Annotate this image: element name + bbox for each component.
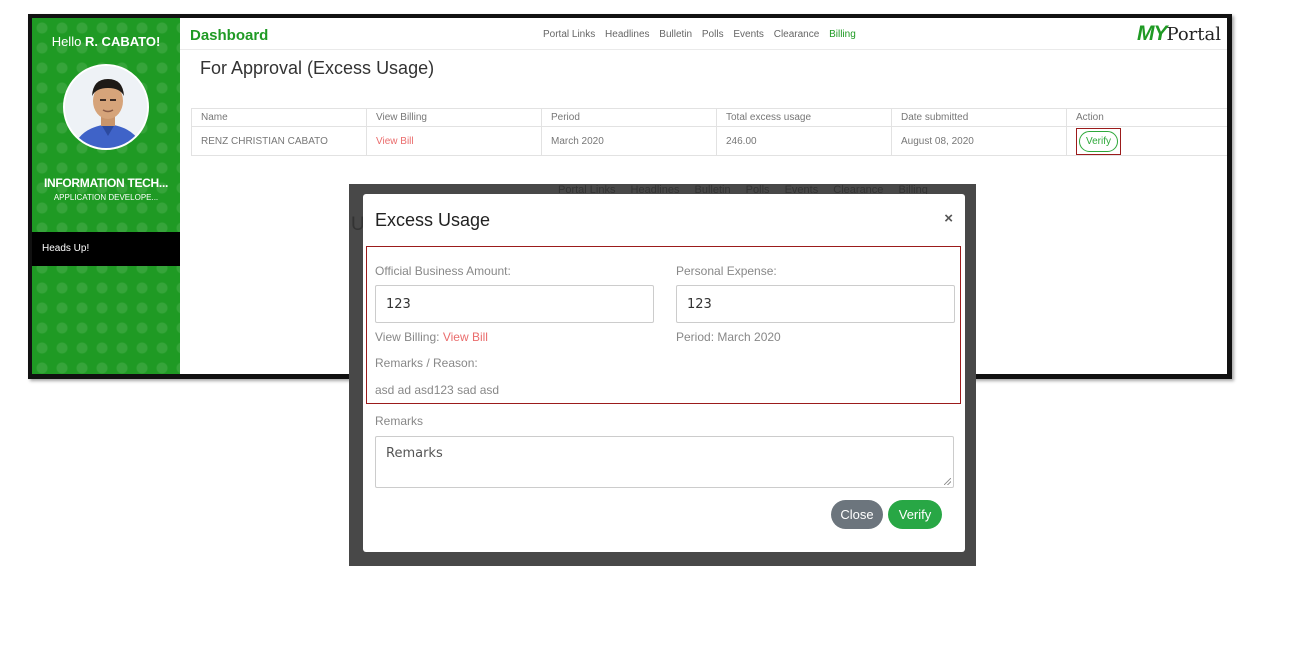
close-button[interactable]: Close (831, 500, 883, 529)
col-name: Name (191, 108, 367, 127)
cell-action: Verify (1066, 126, 1227, 156)
col-period: Period (541, 108, 717, 127)
page-title: For Approval (Excess Usage) (200, 58, 435, 78)
nav-clearance[interactable]: Clearance (774, 29, 820, 40)
remarks-label: Remarks (375, 414, 424, 428)
logo-my: MY (1136, 22, 1167, 45)
period-text: Period: March 2020 (676, 330, 781, 344)
user-name: R. CABATO! (84, 34, 161, 49)
modal-view-bill-link[interactable]: View Bill (443, 330, 488, 344)
excess-usage-modal: Excess Usage × Official Business Amount:… (363, 194, 965, 552)
col-total: Total excess usage (716, 108, 892, 127)
dashboard-link[interactable]: Dashboard (190, 27, 268, 44)
logo-portal: Portal (1166, 24, 1221, 45)
table-row: RENZ CHRISTIAN CABATO View Bill March 20… (191, 126, 1227, 156)
nav-events[interactable]: Events (733, 29, 764, 40)
cell-name: RENZ CHRISTIAN CABATO (191, 126, 367, 156)
nav-bulletin[interactable]: Bulletin (659, 29, 692, 40)
cell-period: March 2020 (541, 126, 717, 156)
remarks-placeholder: Remarks (386, 446, 443, 461)
table-header-row: Name View Billing Period Total excess us… (191, 108, 1227, 127)
user-photo-icon (65, 66, 147, 148)
nav-headlines[interactable]: Headlines (605, 29, 649, 40)
close-icon[interactable]: × (944, 210, 953, 227)
avatar (63, 64, 149, 150)
remarks-textarea[interactable]: Remarks (375, 436, 954, 488)
myportal-logo[interactable]: MYPortal (1137, 22, 1221, 46)
reason-label: Remarks / Reason: (375, 356, 478, 370)
cell-date: August 08, 2020 (891, 126, 1067, 156)
main-nav: Portal Links Headlines Bulletin Polls Ev… (543, 29, 863, 40)
verify-highlight: Verify (1076, 128, 1122, 155)
details-highlight: Official Business Amount: Personal Expen… (366, 246, 961, 404)
row-verify-button[interactable]: Verify (1079, 131, 1119, 152)
department-label: INFORMATION TECH... (43, 176, 169, 190)
view-bill-link[interactable]: View Bill (366, 126, 542, 156)
col-date: Date submitted (891, 108, 1067, 127)
approval-table: Name View Billing Period Total excess us… (191, 108, 1227, 156)
personal-expense-field[interactable]: 123 (676, 285, 955, 323)
view-billing-label: View Billing: (375, 330, 440, 344)
modal-window: Portal Links Headlines Bulletin Polls Ev… (349, 184, 976, 566)
reason-text: asd ad asd123 sad asd (375, 383, 500, 397)
col-view-billing: View Billing (366, 108, 542, 127)
top-bar: Dashboard Portal Links Headlines Bulleti… (180, 18, 1227, 50)
official-amount-label: Official Business Amount: (375, 264, 511, 278)
nav-billing[interactable]: Billing (829, 29, 856, 40)
cell-total: 246.00 (716, 126, 892, 156)
modal-title: Excess Usage (375, 210, 491, 230)
sidebar: Hello R. CABATO! INFORMATION TECH... APP… (32, 18, 180, 374)
view-billing-row: View Billing: View Bill (375, 330, 488, 344)
col-action: Action (1066, 108, 1227, 127)
greeting-prefix: Hello (51, 34, 82, 49)
personal-expense-label: Personal Expense: (676, 264, 777, 278)
greeting: Hello R. CABATO! (32, 34, 180, 49)
resize-handle-icon[interactable] (944, 478, 951, 485)
official-amount-field[interactable]: 123 (375, 285, 654, 323)
sidebar-item-heads-up[interactable]: Heads Up! (32, 232, 180, 266)
verify-button[interactable]: Verify (888, 500, 942, 529)
role-label: APPLICATION DEVELOPE... (53, 193, 159, 202)
nav-portal-links[interactable]: Portal Links (543, 29, 595, 40)
nav-polls[interactable]: Polls (702, 29, 724, 40)
